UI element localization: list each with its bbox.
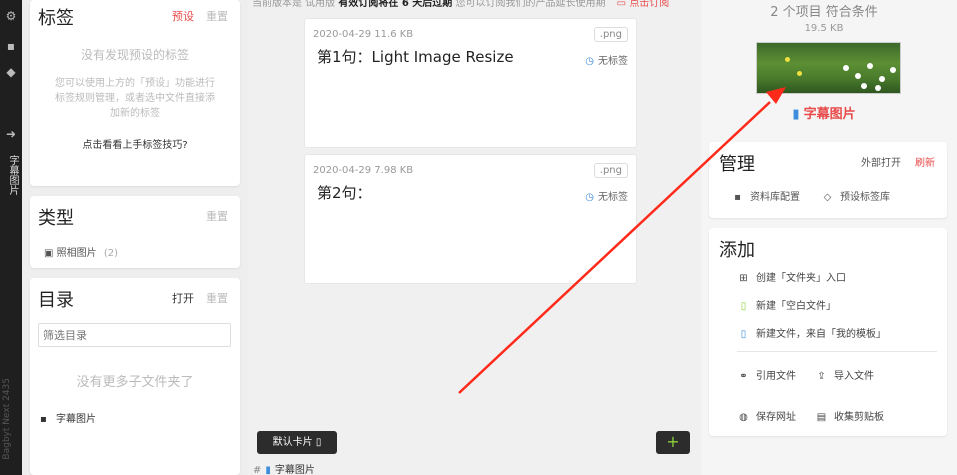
annotation-arrow xyxy=(458,87,786,394)
